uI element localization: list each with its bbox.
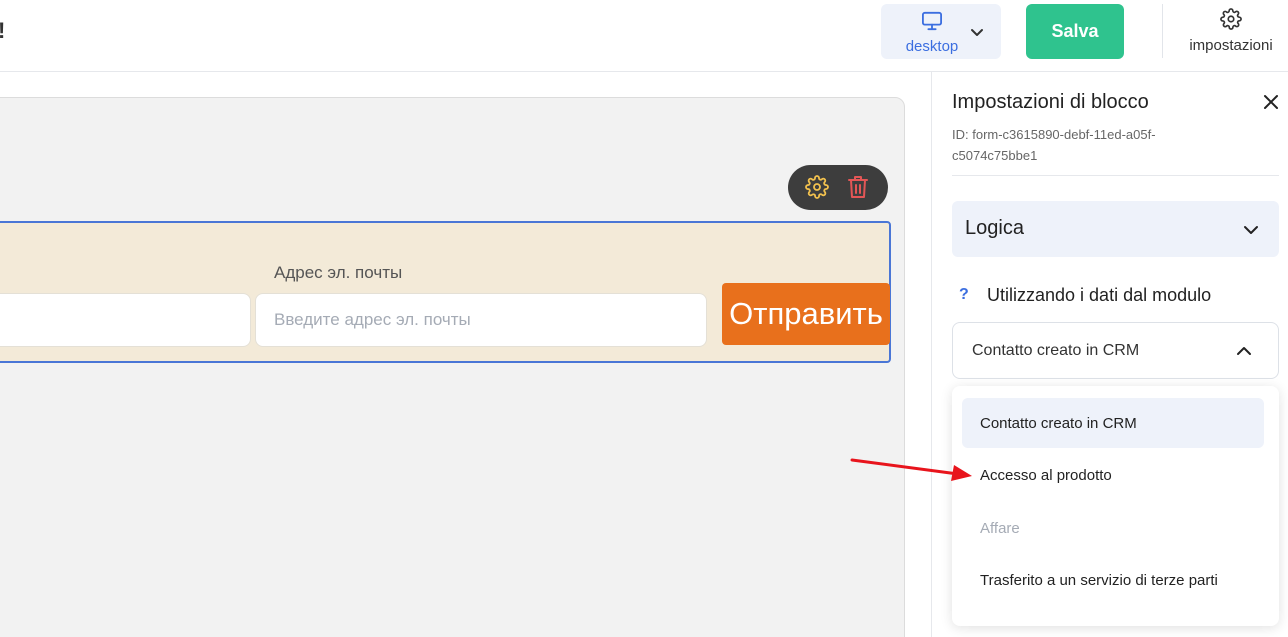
save-button[interactable]: Salva bbox=[1026, 4, 1124, 59]
name-field[interactable] bbox=[0, 293, 251, 347]
data-source-label: Utilizzando i dati dal modulo bbox=[987, 285, 1212, 305]
chevron-down-icon bbox=[1244, 226, 1258, 234]
panel-title: Impostazioni di blocco bbox=[952, 91, 1149, 113]
submit-button[interactable]: Отправить bbox=[722, 283, 890, 345]
dropdown-option-product-access[interactable]: Accesso al prodotto bbox=[962, 450, 1264, 500]
help-icon[interactable]: ? bbox=[959, 286, 969, 304]
block-toolbar bbox=[788, 165, 888, 210]
dropdown-option-contact-created[interactable]: Contatto creato in CRM bbox=[962, 398, 1264, 448]
device-selector[interactable]: desktop bbox=[881, 4, 1001, 59]
editor-canvas: Адрес эл. почты Отправить bbox=[0, 72, 931, 637]
settings-label: impostazioni bbox=[1189, 37, 1273, 54]
event-select[interactable]: Contatto creato in CRM bbox=[952, 322, 1279, 379]
settings-button[interactable]: impostazioni bbox=[1176, 4, 1286, 60]
block-settings-panel: Impostazioni di blocco ID: form-c3615890… bbox=[931, 72, 1288, 637]
logic-section-header[interactable]: Logica bbox=[952, 201, 1279, 257]
email-field-label: Адрес эл. почты bbox=[274, 263, 403, 282]
close-icon[interactable] bbox=[1262, 93, 1280, 111]
chevron-down-icon bbox=[971, 29, 983, 36]
annotation-arrow-icon bbox=[850, 458, 972, 481]
gear-icon[interactable] bbox=[805, 175, 829, 199]
event-select-value: Contatto creato in CRM bbox=[972, 342, 1140, 359]
device-label: desktop bbox=[905, 38, 959, 55]
form-block[interactable]: Адрес эл. почты Отправить bbox=[0, 221, 891, 363]
dropdown-option-third-party[interactable]: Trasferito a un servizio di terze parti bbox=[962, 555, 1264, 605]
page-area bbox=[0, 97, 905, 637]
trash-icon[interactable] bbox=[847, 175, 869, 199]
chevron-up-icon bbox=[1237, 347, 1251, 355]
toolbar-divider bbox=[1162, 4, 1163, 58]
top-bar: ! desktop Salva impostazioni bbox=[0, 0, 1288, 72]
page-title-fragment: ! bbox=[0, 18, 5, 44]
block-id: ID: form-c3615890-debf-11ed-a05f-c5074c7… bbox=[952, 127, 1156, 163]
panel-divider bbox=[952, 175, 1279, 176]
dropdown-option-deal: Affare bbox=[980, 519, 1020, 537]
event-dropdown: Contatto creato in CRM Accesso al prodot… bbox=[952, 386, 1279, 626]
email-field[interactable] bbox=[255, 293, 707, 347]
gear-icon bbox=[1220, 8, 1242, 30]
monitor-icon bbox=[922, 11, 942, 31]
logic-section-label: Logica bbox=[965, 217, 1024, 239]
